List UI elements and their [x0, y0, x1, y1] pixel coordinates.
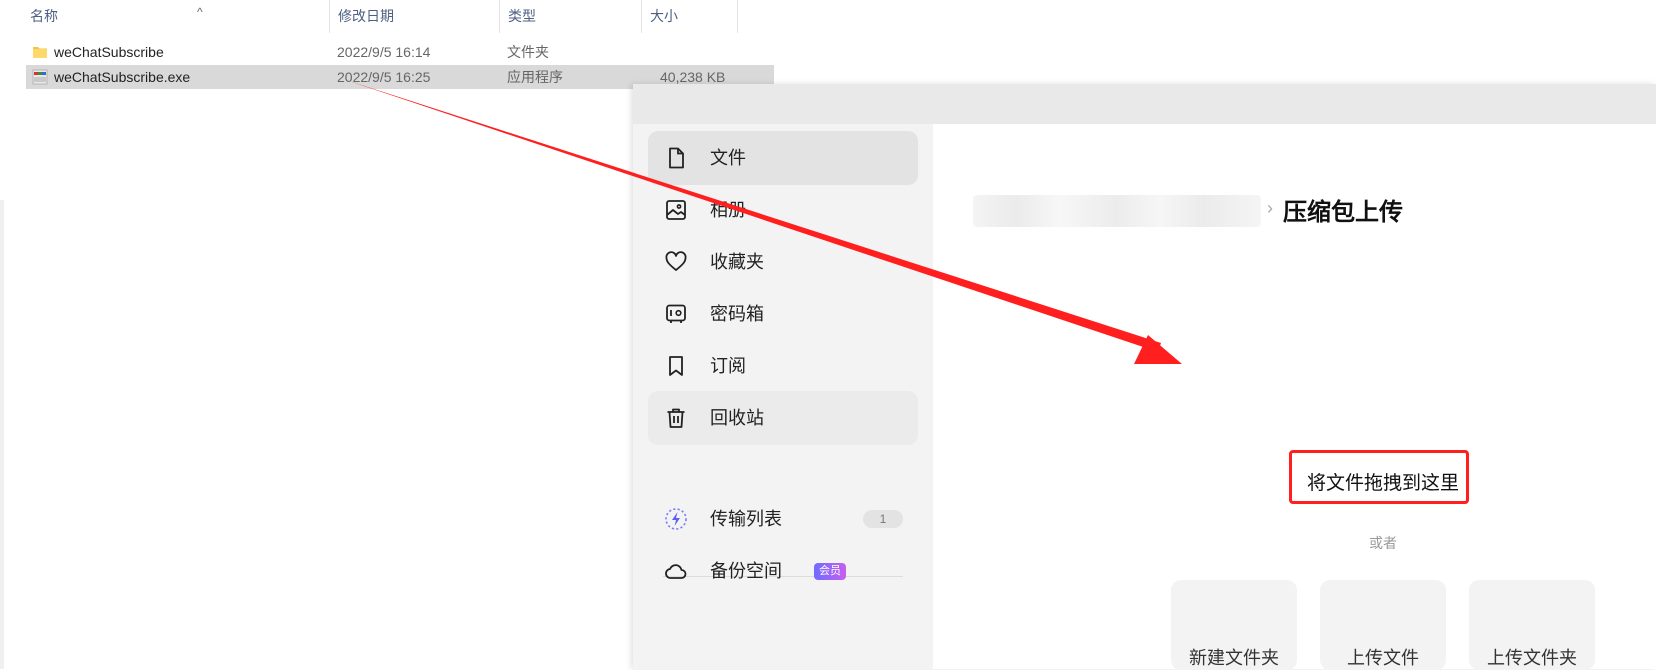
trash-icon: [667, 408, 685, 428]
file-type: 应用程序: [507, 69, 563, 85]
file-modified: 2022/9/5 16:14: [337, 44, 431, 60]
column-header-name-label: 名称: [30, 8, 58, 24]
upload-folder-button[interactable]: 上传文件夹: [1469, 580, 1595, 670]
sidebar-item-subscriptions[interactable]: 订阅: [648, 339, 918, 393]
column-header-modified-label: 修改日期: [338, 8, 394, 24]
breadcrumb-path-blurred: [973, 195, 1261, 227]
safe-box-icon: [666, 304, 686, 323]
sidebar-item-label: 订阅: [710, 356, 746, 376]
bookmark-icon: [669, 356, 683, 376]
or-divider-text: 或者: [1369, 535, 1397, 551]
upload-file-label: 上传文件: [1347, 648, 1419, 668]
folder-icon: [33, 47, 47, 58]
sidebar-item-files[interactable]: 文件: [648, 131, 918, 185]
column-header-size-label: 大小: [650, 8, 678, 24]
upload-file-button[interactable]: 上传文件: [1320, 580, 1446, 670]
cloud-icon: [665, 564, 687, 579]
transfer-count-badge: 1: [863, 510, 903, 528]
page-title: 压缩包上传: [1283, 199, 1403, 226]
sidebar-item-backup-space[interactable]: 备份空间 会员: [648, 544, 918, 598]
upload-folder-label: 上传文件夹: [1487, 648, 1577, 668]
file-name: weChatSubscribe.exe: [54, 69, 191, 85]
sidebar-item-album[interactable]: 相册: [648, 183, 918, 237]
sidebar-item-label: 相册: [710, 200, 746, 220]
file-type: 文件夹: [507, 44, 549, 60]
sidebar-item-safe-box[interactable]: 密码箱: [648, 287, 918, 341]
vip-badge: 会员: [814, 563, 846, 580]
file-modified: 2022/9/5 16:25: [337, 69, 431, 85]
sort-ascending-icon: ^: [197, 5, 203, 19]
sidebar-item-transfer-list[interactable]: 传输列表 1: [648, 492, 918, 546]
sidebar-item-label: 备份空间: [710, 561, 782, 581]
title-bar[interactable]: [633, 84, 1656, 124]
lightning-icon: [665, 508, 687, 530]
file-name: weChatSubscribe: [54, 44, 164, 60]
sidebar-item-label: 回收站: [710, 408, 764, 428]
sidebar-item-favorites[interactable]: 收藏夹: [648, 235, 918, 289]
sidebar-item-label: 文件: [710, 148, 746, 168]
breadcrumb-separator: ›: [1267, 198, 1273, 218]
file-row[interactable]: weChatSubscribe 2022/9/5 16:14 文件夹: [26, 40, 774, 64]
column-header-size[interactable]: 大小: [642, 0, 738, 33]
sidebar-item-recycle-bin[interactable]: 回收站: [648, 391, 918, 445]
column-header-modified[interactable]: 修改日期: [330, 0, 500, 33]
exe-app-icon: [32, 69, 48, 85]
sidebar: 文件 相册 收藏夹 密码箱 订阅 回收站 传输列表 1 备份空间 会员: [633, 124, 933, 669]
main-panel: › 压缩包上传 将文件拖拽到这里 或者 新建文件夹 上传文件 上传文件夹: [933, 124, 1656, 670]
file-icon: [669, 147, 684, 169]
sidebar-item-label: 传输列表: [710, 509, 782, 529]
sidebar-item-label: 密码箱: [710, 304, 764, 324]
sidebar-item-label: 收藏夹: [710, 252, 764, 272]
drop-zone-hint[interactable]: 将文件拖拽到这里: [1307, 468, 1459, 495]
new-folder-button[interactable]: 新建文件夹: [1171, 580, 1297, 670]
column-header-type-label: 类型: [508, 8, 536, 24]
column-header-type[interactable]: 类型: [500, 0, 642, 33]
photo-album-icon: [666, 200, 686, 220]
explorer-edge: [0, 200, 4, 669]
heart-icon: [665, 251, 687, 271]
new-folder-label: 新建文件夹: [1189, 648, 1279, 668]
cloud-drive-window: 文件 相册 收藏夹 密码箱 订阅 回收站 传输列表 1 备份空间 会员 › 压缩…: [633, 84, 1656, 670]
column-header-name[interactable]: 名称 ^: [22, 0, 330, 33]
